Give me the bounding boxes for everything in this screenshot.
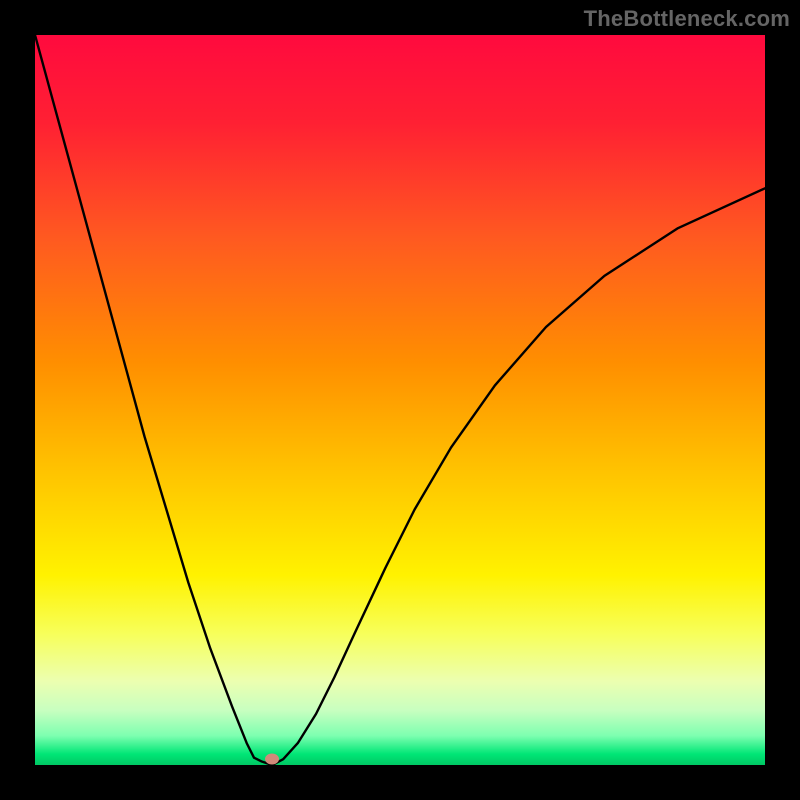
chart-frame: TheBottleneck.com <box>0 0 800 800</box>
bottleneck-curve <box>35 35 765 765</box>
attribution-text: TheBottleneck.com <box>584 6 790 32</box>
plot-area <box>35 35 765 765</box>
optimal-point-marker <box>265 754 279 765</box>
